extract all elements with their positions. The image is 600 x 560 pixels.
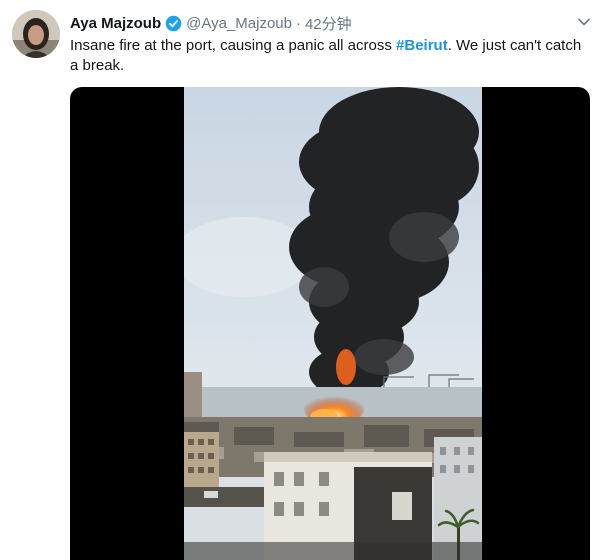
tweet[interactable]: Aya Majzoub @Aya_Majzoub · 42分钟 Insane f… bbox=[0, 0, 600, 560]
tweet-header: Aya Majzoub @Aya_Majzoub · 42分钟 bbox=[70, 12, 570, 34]
avatar[interactable] bbox=[12, 10, 60, 58]
verified-badge-icon bbox=[165, 15, 182, 32]
tweet-text-before: Insane fire at the port, causing a panic… bbox=[70, 37, 397, 54]
hashtag-link[interactable]: #Beirut bbox=[396, 37, 448, 54]
separator-dot: · bbox=[295, 14, 301, 32]
chevron-down-icon[interactable] bbox=[576, 14, 592, 30]
display-name[interactable]: Aya Majzoub bbox=[70, 15, 161, 32]
tweet-media-video[interactable] bbox=[70, 87, 590, 560]
tweet-text: Insane fire at the port, causing a panic… bbox=[70, 36, 590, 76]
smoke-and-fire-photo bbox=[184, 87, 482, 560]
avatar-photo-icon bbox=[12, 10, 60, 58]
timestamp[interactable]: 42分钟 bbox=[305, 13, 352, 34]
user-handle[interactable]: @Aya_Majzoub bbox=[186, 15, 292, 32]
